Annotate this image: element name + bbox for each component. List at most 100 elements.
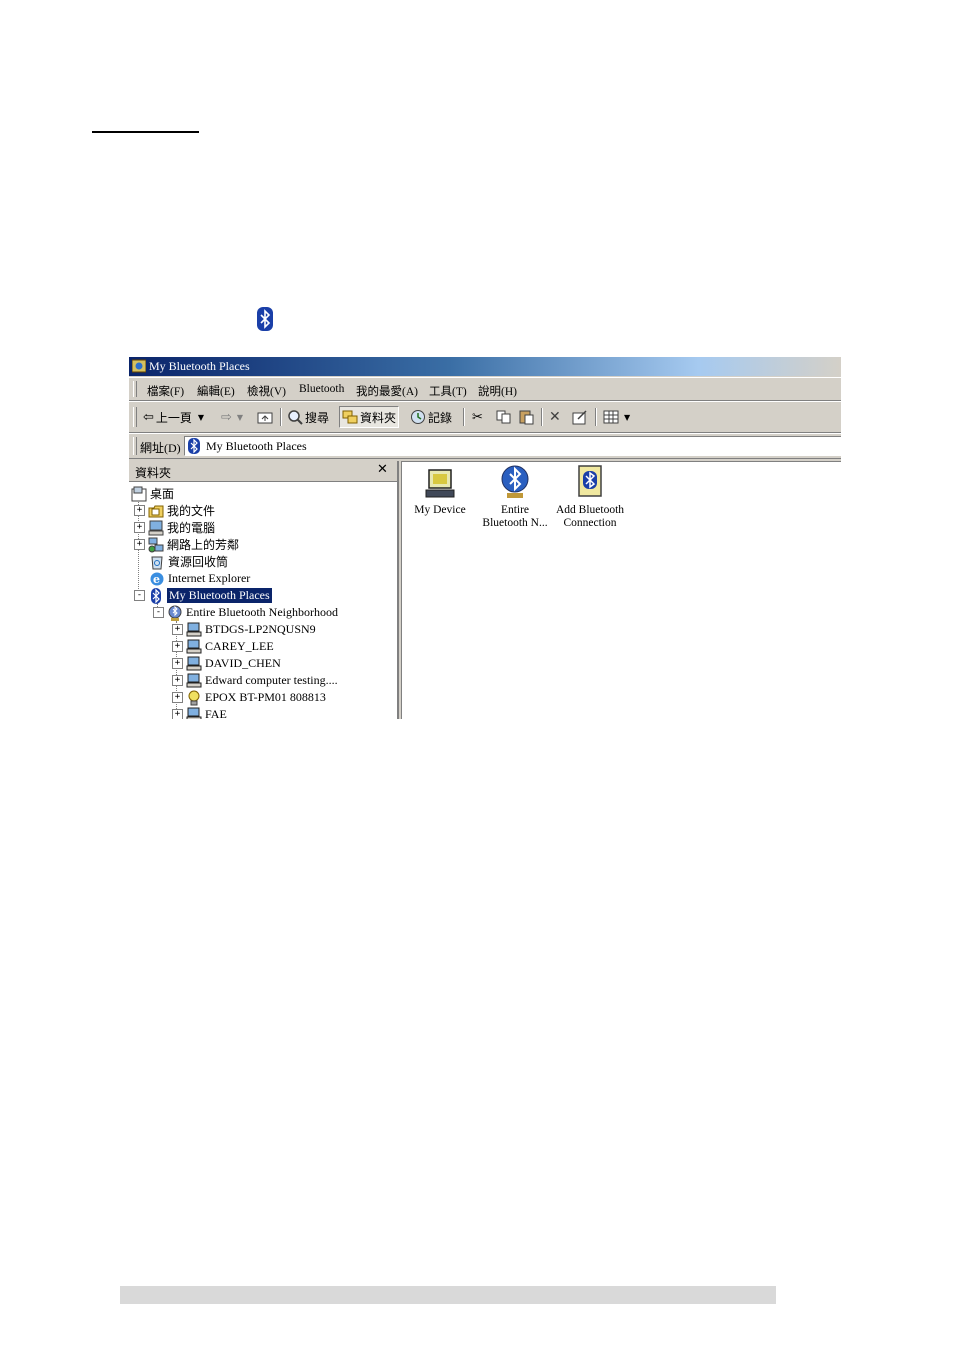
forward-button[interactable]: ⇨ ▼ [221,407,243,427]
footer-bar [120,1286,776,1304]
bluetooth-icon [188,438,200,454]
explorer-window: My Bluetooth Places 檔案(F) 編輯(E) 檢視(V) Bl… [129,357,841,719]
tree-item-label: Entire Bluetooth Neighborhood [186,605,338,619]
tree-item-label: 桌面 [150,487,175,501]
expand-icon[interactable]: + [172,658,183,669]
expand-icon[interactable]: + [172,709,183,719]
add-connection-item[interactable]: Add Bluetooth Connection [550,464,630,530]
tree-item-recycle-bin[interactable]: 資源回收筒 [149,553,228,570]
properties-button[interactable] [572,407,588,427]
lightbulb-icon [188,690,200,705]
menu-grip[interactable] [133,381,137,397]
tree-item-device[interactable]: + FAE [172,706,227,719]
delete-button[interactable]: ✕ [549,407,561,427]
tree-item-label: 網路上的芳鄰 [167,538,240,552]
tree-item-device[interactable]: + BTDGS-LP2NQUSN9 [172,621,316,638]
standard-toolbar: ⇦ 上一頁 ▼ ⇨ ▼ 搜尋 資料夾 記錄 ✂ ✕ ▼ [129,401,841,433]
bluetooth-icon [151,587,161,604]
menu-tools[interactable]: 工具(T) [429,383,467,399]
history-button[interactable]: 記錄 [410,407,452,427]
tree-item-internet-explorer[interactable]: e Internet Explorer [149,570,250,587]
recycle-bin-icon [151,556,163,569]
collapse-icon[interactable]: - [153,607,164,618]
internet-explorer-icon: e [150,572,164,586]
svg-text:e: e [153,573,160,586]
tree-item-label: EPOX BT-PM01 808813 [205,690,326,704]
computer-icon [186,639,202,653]
address-grip[interactable] [133,437,137,455]
back-label: 上一頁 [155,410,192,425]
title-bar[interactable]: My Bluetooth Places [129,357,841,376]
tree-item-my-bluetooth-places[interactable]: - My Bluetooth Places [134,587,272,604]
tree-item-label: 資源回收筒 [168,555,229,569]
item-label: Entire [500,504,530,516]
views-button[interactable]: ▼ [603,407,630,427]
folder-up-icon [257,412,273,424]
expand-icon[interactable]: + [134,539,145,550]
menu-favorites[interactable]: 我的最愛(A) [356,383,418,399]
window-icon [132,359,146,373]
menu-view[interactable]: 檢視(V) [247,383,286,399]
views-dropdown-icon: ▼ [624,412,631,422]
entire-neighborhood-item[interactable]: Entire Bluetooth N... [475,464,555,530]
add-connection-icon [578,465,602,497]
menu-file[interactable]: 檔案(F) [147,383,184,399]
cut-button[interactable]: ✂ [472,407,483,427]
network-icon [148,537,164,552]
tree-item-my-documents[interactable]: + 我的文件 [134,502,215,519]
address-value: My Bluetooth Places [206,439,307,453]
tree-item-label: Internet Explorer [168,571,251,585]
collapse-icon[interactable]: - [134,590,145,601]
address-bar: 網址(D) My Bluetooth Places [129,433,841,459]
tree-item-label: My Bluetooth Places [167,588,272,603]
expand-icon[interactable]: + [172,624,183,635]
tree-item-network-places[interactable]: + 網路上的芳鄰 [134,536,239,553]
address-label: 網址(D) [140,441,181,455]
tree-item-my-computer[interactable]: + 我的電腦 [134,519,215,536]
bluetooth-icon [257,307,273,331]
properties-icon [572,410,587,425]
paste-button[interactable] [519,407,535,427]
computer-icon [186,656,202,670]
search-icon [288,410,303,425]
folders-label: 資料夾 [360,410,397,425]
back-dropdown-icon: ▼ [197,412,205,422]
tree-item-label: 我的文件 [167,504,216,518]
documents-folder-icon [148,505,164,517]
tree-item-entire-neighborhood[interactable]: - Entire Bluetooth Neighborhood [153,604,338,621]
folders-button[interactable]: 資料夾 [339,406,400,428]
desktop-icon [131,486,147,501]
scissors-icon: ✂ [472,409,483,425]
folders-pane: 資料夾 ✕ 桌面 + 我的文件 + 我的電腦 + 網路上的芳鄰 資源回收筒 e … [129,461,399,719]
expand-icon[interactable]: + [172,692,183,703]
search-label: 搜尋 [305,410,330,425]
menu-help[interactable]: 說明(H) [478,383,517,399]
expand-icon[interactable]: + [134,522,145,533]
tree-item-device[interactable]: + DAVID_CHEN [172,655,281,672]
expand-icon[interactable]: + [172,641,183,652]
expand-icon[interactable]: + [134,505,145,516]
back-button[interactable]: ⇦ 上一頁 ▼ [143,407,204,427]
paste-icon [519,410,534,425]
history-label: 記錄 [428,410,453,425]
close-icon[interactable]: ✕ [377,462,388,477]
search-button[interactable]: 搜尋 [287,407,329,427]
folders-pane-header: 資料夾 ✕ [129,461,397,482]
tree-item-desktop[interactable]: 桌面 [131,485,174,502]
copy-button[interactable] [496,407,512,427]
forward-dropdown-icon: ▼ [236,412,244,422]
my-device-item[interactable]: My Device [400,468,480,517]
tree-item-device[interactable]: + Edward computer testing.... [172,672,338,689]
computer-icon [425,469,455,498]
expand-icon[interactable]: + [172,675,183,686]
address-field[interactable]: My Bluetooth Places [184,436,841,456]
up-button[interactable] [257,407,273,427]
tree-item-device[interactable]: + EPOX BT-PM01 808813 [172,689,326,706]
tree-item-label: 我的電腦 [167,521,216,535]
menu-bluetooth[interactable]: Bluetooth [299,383,344,395]
tree-item-device[interactable]: + CAREY_LEE [172,638,274,655]
heading-underline [92,131,199,133]
menu-edit[interactable]: 編輯(E) [197,383,235,399]
toolbar-grip[interactable] [133,407,137,427]
tree-item-label: Edward computer testing.... [205,673,338,687]
